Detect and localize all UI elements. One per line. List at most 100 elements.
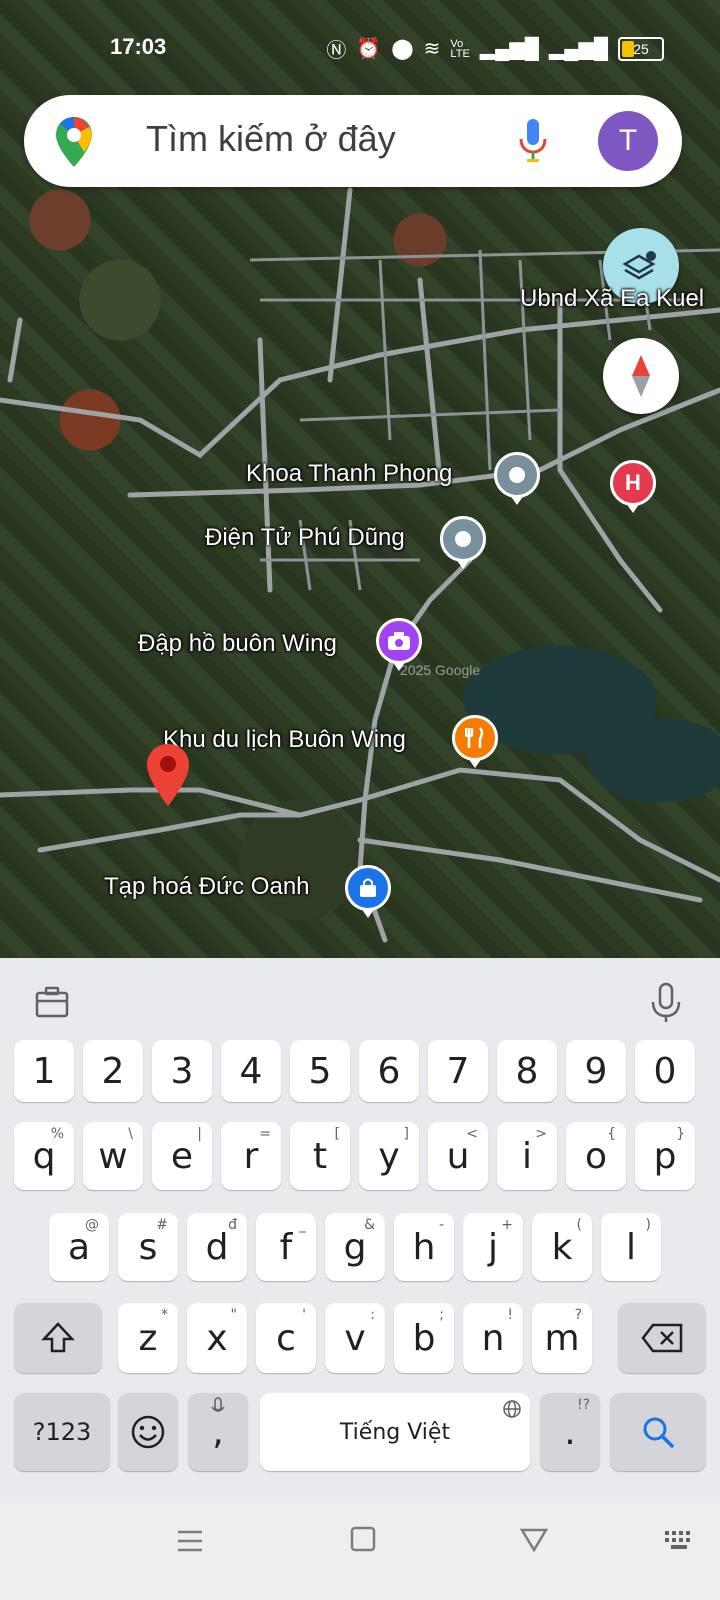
key-s[interactable]: s # <box>118 1213 178 1281</box>
restaurant-pin-icon[interactable] <box>452 715 498 768</box>
key-k[interactable]: k( <box>532 1213 592 1281</box>
key-l-hint: ) <box>645 1217 651 1233</box>
key-j[interactable]: j + <box>463 1213 523 1281</box>
backspace-icon <box>641 1323 683 1353</box>
key-8[interactable]: 8 <box>497 1040 557 1102</box>
key-x[interactable]: x " <box>187 1303 247 1373</box>
hospital-pin-icon[interactable]: H <box>610 460 656 513</box>
camera-icon <box>388 632 410 650</box>
microphone-icon[interactable] <box>518 117 548 165</box>
key-1[interactable]: 1 <box>14 1040 74 1102</box>
key-c-hint: ' <box>302 1307 306 1323</box>
comma-key[interactable]: , <box>188 1393 248 1471</box>
key-0[interactable]: 0 <box>635 1040 695 1102</box>
search-bar[interactable]: Tìm kiếm ở đây T <box>24 95 682 187</box>
shopping-pin-icon[interactable] <box>345 865 391 918</box>
search-input[interactable]: Tìm kiếm ở đây <box>146 118 396 160</box>
map-label-khoa-thanh-phong[interactable]: Khoa Thanh Phong <box>246 460 452 488</box>
key-3[interactable]: 3 <box>152 1040 212 1102</box>
shift-key[interactable] <box>14 1303 102 1373</box>
key-7[interactable]: 7 <box>428 1040 488 1102</box>
keyboard-switch-icon[interactable] <box>664 1530 696 1552</box>
key-e[interactable]: e | <box>152 1122 212 1190</box>
key-y[interactable]: y] <box>359 1122 419 1190</box>
account-avatar[interactable]: T <box>598 111 658 171</box>
key-f-label: f <box>279 1226 293 1268</box>
key-u[interactable]: u < <box>428 1122 488 1190</box>
key-o-hint: { <box>607 1126 616 1142</box>
key-a-hint: @ <box>85 1217 99 1233</box>
key-2[interactable]: 2 <box>83 1040 143 1102</box>
key-a[interactable]: a @ <box>49 1213 109 1281</box>
key-v-hint: : <box>370 1307 375 1323</box>
key-k-hint: ( <box>576 1217 582 1233</box>
space-key[interactable]: Tiếng Việt <box>260 1393 530 1471</box>
key-h[interactable]: h- <box>394 1213 454 1281</box>
key-4[interactable]: 4 <box>221 1040 281 1102</box>
key-b-hint: ; <box>439 1307 444 1323</box>
map-label-ubnd[interactable]: Ubnd Xã Ea Kuel <box>520 285 704 313</box>
key-n[interactable]: n! <box>463 1303 523 1373</box>
key-v[interactable]: v: <box>325 1303 385 1373</box>
backspace-key[interactable] <box>618 1303 706 1373</box>
home-icon[interactable] <box>350 1526 376 1552</box>
key-f[interactable]: f _ <box>256 1213 316 1281</box>
key-i-hint: > <box>535 1126 547 1142</box>
circle-dot-icon <box>455 531 471 547</box>
key-z[interactable]: z * <box>118 1303 178 1373</box>
key-5-label: 5 <box>308 1050 332 1092</box>
recent-apps-icon[interactable] <box>176 1528 204 1554</box>
key-l[interactable]: l) <box>601 1213 661 1281</box>
search-key[interactable] <box>610 1393 706 1471</box>
place-pin-icon[interactable] <box>494 452 540 505</box>
key-g-hint: & <box>364 1217 375 1233</box>
map-label-dap-ho-buon-wing[interactable]: Đập hồ buôn Wing <box>138 630 337 658</box>
status-icons: Ⓝ ⏰ ⬤ ≋ Vo LTE ▂▄▆█ ▂▄▆█ 25 <box>326 34 664 63</box>
key-m[interactable]: m? <box>532 1303 592 1373</box>
key-3-label: 3 <box>170 1050 194 1092</box>
dropped-pin-icon[interactable] <box>144 742 192 808</box>
key-x-label: x <box>206 1317 228 1359</box>
key-9[interactable]: 9 <box>566 1040 626 1102</box>
key-e-label: e <box>170 1135 194 1177</box>
key-2-label: 2 <box>101 1050 125 1092</box>
key-l-label: l <box>625 1226 636 1268</box>
camera-pin-icon[interactable] <box>376 618 422 671</box>
symbols-key-label: ?123 <box>32 1418 92 1446</box>
key-r-hint: = <box>259 1126 271 1142</box>
compass-button[interactable] <box>603 338 679 414</box>
key-i[interactable]: i > <box>497 1122 557 1190</box>
emoji-key[interactable] <box>118 1393 178 1471</box>
key-w[interactable]: w \ <box>83 1122 143 1190</box>
key-m-label: m <box>544 1317 580 1359</box>
map-view[interactable]: 2025 Google 17:03 Ⓝ ⏰ ⬤ ≋ Vo LTE ▂▄▆█ ▂▄▆… <box>0 0 720 958</box>
key-p-hint: } <box>676 1126 685 1142</box>
symbols-key[interactable]: ?123 <box>14 1393 110 1471</box>
key-r[interactable]: r = <box>221 1122 281 1190</box>
key-q[interactable]: q% <box>14 1122 74 1190</box>
key-d[interactable]: dđ <box>187 1213 247 1281</box>
key-o[interactable]: o{ <box>566 1122 626 1190</box>
key-o-label: o <box>584 1135 608 1177</box>
battery-icon: 25 <box>618 36 664 61</box>
key-y-label: y <box>378 1135 400 1177</box>
key-c[interactable]: c ' <box>256 1303 316 1373</box>
key-6[interactable]: 6 <box>359 1040 419 1102</box>
key-4-label: 4 <box>239 1050 263 1092</box>
back-icon[interactable] <box>520 1528 548 1552</box>
clipboard-icon[interactable] <box>34 984 70 1020</box>
map-label-tap-hoa[interactable]: Tạp hoá Đức Oanh <box>104 873 310 901</box>
key-g[interactable]: g & <box>325 1213 385 1281</box>
key-0-label: 0 <box>653 1050 677 1092</box>
key-t[interactable]: t[ <box>290 1122 350 1190</box>
fork-knife-icon <box>465 727 484 748</box>
map-label-khu-du-lich[interactable]: Khu du lịch Buôn Wing <box>163 726 406 754</box>
key-b[interactable]: b; <box>394 1303 454 1373</box>
voice-input-icon[interactable] <box>650 982 682 1024</box>
key-p[interactable]: p} <box>635 1122 695 1190</box>
period-key[interactable]: .!? <box>540 1393 600 1471</box>
key-5[interactable]: 5 <box>290 1040 350 1102</box>
place-pin-icon[interactable] <box>440 516 486 569</box>
map-label-dien-tu-phu-dung[interactable]: Điện Tử Phú Dũng <box>205 524 405 552</box>
key-v-label: v <box>344 1317 366 1359</box>
